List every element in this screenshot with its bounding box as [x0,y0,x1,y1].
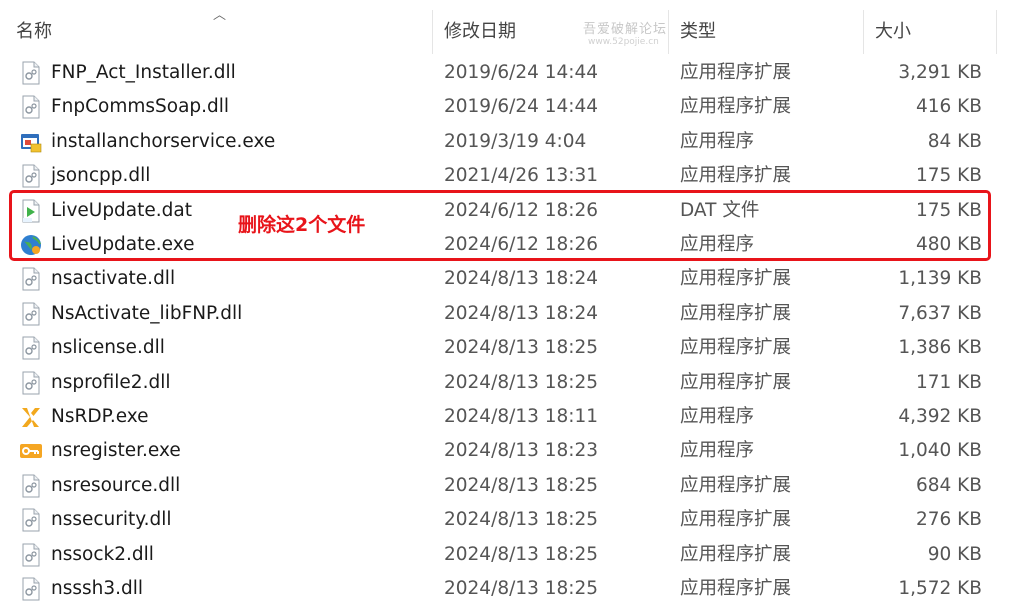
installer-exe-icon [20,130,42,154]
file-size: 90 KB [927,543,982,565]
file-name[interactable]: FNP_Act_Installer.dll [51,56,236,90]
file-name[interactable]: nsresource.dll [51,469,180,503]
dll-file-icon [20,267,42,291]
file-row[interactable]: nssock2.dll 2024/8/13 18:25 应用程序扩展 90 KB [0,538,1024,572]
file-size: 684 KB [915,474,982,496]
dll-file-icon [20,543,42,567]
file-row[interactable]: nsactivate.dll 2024/8/13 18:24 应用程序扩展 1,139… [0,262,1024,296]
file-type: 应用程序扩展 [680,371,792,393]
file-name[interactable]: jsoncpp.dll [51,159,150,193]
file-size: 1,040 KB [898,440,982,462]
type-column-header[interactable]: 类型 [680,0,716,62]
file-modified-date: 2024/8/13 18:11 [444,406,599,427]
file-size: 175 KB [915,165,982,187]
dll-file-icon [20,302,42,326]
file-row[interactable]: nslicense.dll 2024/8/13 18:25 应用程序扩展 1,386 … [0,331,1024,365]
file-size: 4,392 KB [898,406,982,427]
file-type: 应用程序扩展 [680,578,792,599]
file-size: 1,386 KB [898,337,982,359]
file-type: 应用程序 [680,440,755,462]
file-modified-date: 2024/8/13 18:25 [444,509,599,531]
file-size: 1,572 KB [898,578,982,599]
size-column-header[interactable]: 大小 [875,0,911,62]
file-row[interactable]: nsssh3.dll 2024/8/13 18:25 应用程序扩展 1,572 KB [0,572,1024,606]
file-size: 1,139 KB [898,268,982,290]
dll-file-icon [20,577,42,601]
file-row[interactable]: nsresource.dll 2024/8/13 18:25 应用程序扩展 684 K… [0,469,1024,503]
file-type: 应用程序扩展 [680,96,792,118]
file-name[interactable]: nsregister.exe [51,434,181,468]
file-name[interactable]: nslicense.dll [51,331,165,365]
column-separator[interactable] [432,10,433,54]
dll-file-icon [20,336,42,360]
dll-file-icon [20,474,42,498]
file-modified-date: 2024/8/13 18:25 [444,543,599,565]
column-separator[interactable] [996,10,997,54]
dll-file-icon [20,371,42,395]
file-modified-date: 2019/6/24 14:44 [444,62,599,83]
file-size: 7,637 KB [898,302,982,324]
file-name[interactable]: FnpCommsSoap.dll [51,90,229,124]
file-type: 应用程序扩展 [680,165,792,187]
delete-annotation: 删除这2个文件 [238,214,366,236]
file-modified-date: 2024/8/13 18:25 [444,337,599,359]
file-type: 应用程序扩展 [680,543,792,565]
file-row[interactable]: installanchorservice.exe 2019/3/19 4:04 应用… [0,125,1024,159]
file-modified-date: 2024/8/13 18:23 [444,440,599,462]
file-type: 应用程序扩展 [680,509,792,531]
file-type: 应用程序扩展 [680,268,792,290]
file-name[interactable]: nsactivate.dll [51,262,175,296]
column-separator[interactable] [668,10,669,54]
file-row[interactable]: NsRDP.exe 2024/8/13 18:11 应用程序 4,392 KB [0,400,1024,434]
file-row[interactable]: FnpCommsSoap.dll 2019/6/24 14:44 应用程序扩展 416… [0,90,1024,124]
key-exe-icon [20,439,42,463]
watermark-text: 吾爱破解论坛 [583,22,668,37]
file-size: 276 KB [915,509,982,531]
name-column-header[interactable]: 名称 [16,0,52,62]
file-type: 应用程序 [680,406,755,427]
file-modified-date: 2019/6/24 14:44 [444,96,599,118]
xmanager-x-icon [20,405,42,429]
file-modified-date: 2019/3/19 4:04 [444,130,587,152]
file-row[interactable]: nssecurity.dll 2024/8/13 18:25 应用程序扩展 276 K… [0,503,1024,537]
file-row[interactable]: nsprofile2.dll 2024/8/13 18:25 应用程序扩展 171 K… [0,366,1024,400]
dll-file-icon [20,95,42,119]
file-type: 应用程序扩展 [680,337,792,359]
file-name[interactable]: nsprofile2.dll [51,366,170,400]
file-modified-date: 2024/8/13 18:24 [444,268,599,290]
file-size: 3,291 KB [898,62,982,83]
highlight-box [9,190,991,261]
file-modified-date: 2024/8/13 18:25 [444,578,599,599]
file-name[interactable]: nssock2.dll [51,538,154,572]
dll-file-icon [20,61,42,85]
file-row[interactable]: nsregister.exe 2024/8/13 18:23 应用程序 1,040 K… [0,434,1024,468]
file-size: 416 KB [915,96,982,118]
file-modified-date: 2024/8/13 18:24 [444,302,599,324]
file-row[interactable]: jsoncpp.dll 2021/4/26 13:31 应用程序扩展 175 KB [0,159,1024,193]
file-type: 应用程序扩展 [680,474,792,496]
file-size: 84 KB [927,130,982,152]
file-type: 应用程序扩展 [680,62,792,83]
file-type: 应用程序扩展 [680,302,792,324]
file-size: 171 KB [915,371,982,393]
column-header-bar: 名称 ︿ 修改日期 吾爱破解论坛 www.52pojie.cn 类型 大小 [0,0,1024,62]
date-column-header[interactable]: 修改日期 [444,0,516,62]
file-modified-date: 2021/4/26 13:31 [444,165,599,187]
dll-file-icon [20,164,42,188]
file-row[interactable]: FNP_Act_Installer.dll 2019/6/24 14:44 应用程序… [0,56,1024,90]
file-name[interactable]: NsRDP.exe [51,400,149,434]
file-name[interactable]: installanchorservice.exe [51,125,275,159]
file-name[interactable]: nssecurity.dll [51,503,172,537]
column-separator[interactable] [863,10,864,54]
file-modified-date: 2024/8/13 18:25 [444,371,599,393]
file-type: 应用程序 [680,130,755,152]
file-name[interactable]: NsActivate_libFNP.dll [51,297,242,331]
file-name[interactable]: nsssh3.dll [51,572,143,606]
file-modified-date: 2024/8/13 18:25 [444,474,599,496]
watermark-url: www.52pojie.cn [588,37,659,47]
dll-file-icon [20,508,42,532]
sort-ascending-icon: ︿ [213,8,227,23]
file-row[interactable]: NsActivate_libFNP.dll 2024/8/13 18:24 应用程序… [0,297,1024,331]
